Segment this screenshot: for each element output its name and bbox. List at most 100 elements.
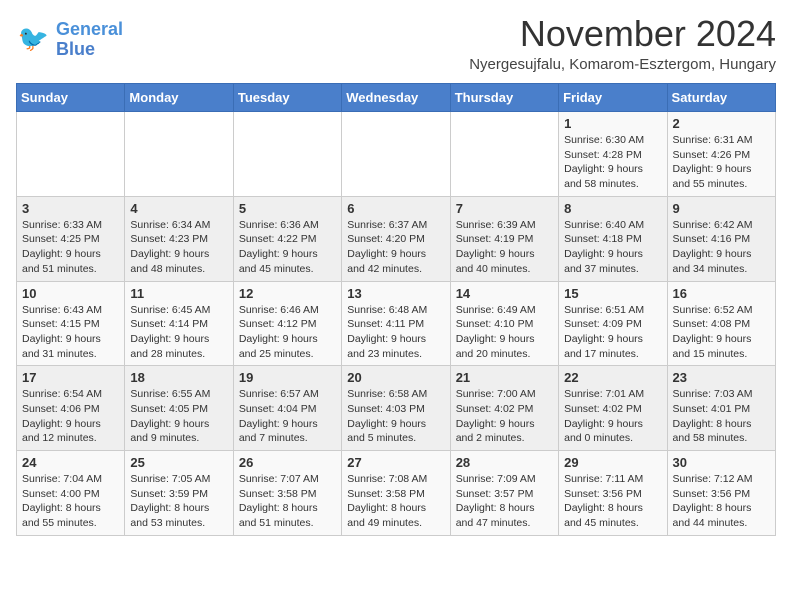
day-info: Sunrise: 6:33 AM Sunset: 4:25 PM Dayligh… (22, 218, 119, 277)
day-cell: 17 Sunrise: 6:54 AM Sunset: 4:06 PM Dayli… (17, 366, 125, 451)
day-cell: 4 Sunrise: 6:34 AM Sunset: 4:23 PM Daylig… (125, 196, 233, 281)
logo-icon: 🐦 (16, 22, 52, 58)
day-number: 19 (239, 370, 336, 385)
day-number: 27 (347, 455, 444, 470)
day-cell: 19 Sunrise: 6:57 AM Sunset: 4:04 PM Dayli… (233, 366, 341, 451)
week-row-2: 3 Sunrise: 6:33 AM Sunset: 4:25 PM Daylig… (17, 196, 776, 281)
day-cell (125, 112, 233, 197)
day-cell: 6Sunrise: 6:37 AM Sunset: 4:20 PM Daylig… (342, 196, 450, 281)
day-number: 15 (564, 286, 661, 301)
day-info: Sunrise: 7:12 AM Sunset: 3:56 PM Dayligh… (673, 472, 770, 531)
day-cell: 23Sunrise: 7:03 AM Sunset: 4:01 PM Dayli… (667, 366, 775, 451)
day-info: Sunrise: 6:34 AM Sunset: 4:23 PM Dayligh… (130, 218, 227, 277)
day-info: Sunrise: 7:01 AM Sunset: 4:02 PM Dayligh… (564, 387, 661, 446)
day-info: Sunrise: 6:49 AM Sunset: 4:10 PM Dayligh… (456, 303, 553, 362)
day-cell: 9Sunrise: 6:42 AM Sunset: 4:16 PM Daylig… (667, 196, 775, 281)
day-cell: 16Sunrise: 6:52 AM Sunset: 4:08 PM Dayli… (667, 281, 775, 366)
day-cell: 11Sunrise: 6:45 AM Sunset: 4:14 PM Dayli… (125, 281, 233, 366)
logo-text: General Blue (56, 20, 123, 60)
week-row-5: 24Sunrise: 7:04 AM Sunset: 4:00 PM Dayli… (17, 451, 776, 536)
day-number: 29 (564, 455, 661, 470)
day-info: Sunrise: 7:03 AM Sunset: 4:01 PM Dayligh… (673, 387, 770, 446)
calendar-table: SundayMondayTuesdayWednesdayThursdayFrid… (16, 83, 776, 536)
day-number: 11 (130, 286, 227, 301)
day-cell: 21 Sunrise: 7:00 AM Sunset: 4:02 PM Dayli… (450, 366, 558, 451)
day-info: Sunrise: 6:52 AM Sunset: 4:08 PM Dayligh… (673, 303, 770, 362)
day-cell: 12 Sunrise: 6:46 AM Sunset: 4:12 PM Dayli… (233, 281, 341, 366)
weekday-header-wednesday: Wednesday (342, 84, 450, 112)
day-cell: 2 Sunrise: 6:31 AM Sunset: 4:26 PM Daylig… (667, 112, 775, 197)
day-number: 12 (239, 286, 336, 301)
week-row-4: 17 Sunrise: 6:54 AM Sunset: 4:06 PM Dayli… (17, 366, 776, 451)
day-info: Sunrise: 6:54 AM Sunset: 4:06 PM Dayligh… (22, 387, 119, 446)
day-info: Sunrise: 6:51 AM Sunset: 4:09 PM Dayligh… (564, 303, 661, 362)
day-info: Sunrise: 6:58 AM Sunset: 4:03 PM Dayligh… (347, 387, 444, 446)
day-number: 30 (673, 455, 770, 470)
day-info: Sunrise: 6:55 AM Sunset: 4:05 PM Dayligh… (130, 387, 227, 446)
day-cell: 8Sunrise: 6:40 AM Sunset: 4:18 PM Daylig… (559, 196, 667, 281)
day-cell: 25Sunrise: 7:05 AM Sunset: 3:59 PM Dayli… (125, 451, 233, 536)
day-cell: 30 Sunrise: 7:12 AM Sunset: 3:56 PM Dayli… (667, 451, 775, 536)
day-cell: 5 Sunrise: 6:36 AM Sunset: 4:22 PM Daylig… (233, 196, 341, 281)
day-cell: 29 Sunrise: 7:11 AM Sunset: 3:56 PM Dayli… (559, 451, 667, 536)
day-info: Sunrise: 7:09 AM Sunset: 3:57 PM Dayligh… (456, 472, 553, 531)
day-number: 17 (22, 370, 119, 385)
weekday-header-tuesday: Tuesday (233, 84, 341, 112)
day-info: Sunrise: 6:57 AM Sunset: 4:04 PM Dayligh… (239, 387, 336, 446)
page-header: 🐦 General Blue November 2024 Nyergesujfa… (16, 16, 776, 73)
day-number: 7 (456, 201, 553, 216)
day-number: 3 (22, 201, 119, 216)
day-info: Sunrise: 6:30 AM Sunset: 4:28 PM Dayligh… (564, 133, 661, 192)
title-block: November 2024 Nyergesujfalu, Komarom-Esz… (469, 16, 776, 73)
day-number: 4 (130, 201, 227, 216)
day-cell: 13Sunrise: 6:48 AM Sunset: 4:11 PM Dayli… (342, 281, 450, 366)
day-number: 1 (564, 116, 661, 131)
day-number: 13 (347, 286, 444, 301)
day-cell: 22 Sunrise: 7:01 AM Sunset: 4:02 PM Dayli… (559, 366, 667, 451)
day-info: Sunrise: 7:11 AM Sunset: 3:56 PM Dayligh… (564, 472, 661, 531)
day-info: Sunrise: 6:46 AM Sunset: 4:12 PM Dayligh… (239, 303, 336, 362)
day-info: Sunrise: 7:05 AM Sunset: 3:59 PM Dayligh… (130, 472, 227, 531)
weekday-header-sunday: Sunday (17, 84, 125, 112)
calendar-body: 1 Sunrise: 6:30 AM Sunset: 4:28 PM Daylig… (17, 112, 776, 536)
calendar-header: SundayMondayTuesdayWednesdayThursdayFrid… (17, 84, 776, 112)
day-number: 28 (456, 455, 553, 470)
day-cell: 20 Sunrise: 6:58 AM Sunset: 4:03 PM Dayli… (342, 366, 450, 451)
day-cell: 7 Sunrise: 6:39 AM Sunset: 4:19 PM Daylig… (450, 196, 558, 281)
day-number: 9 (673, 201, 770, 216)
day-cell: 3 Sunrise: 6:33 AM Sunset: 4:25 PM Daylig… (17, 196, 125, 281)
logo: 🐦 General Blue (16, 20, 123, 60)
weekday-header-friday: Friday (559, 84, 667, 112)
day-number: 5 (239, 201, 336, 216)
day-cell (450, 112, 558, 197)
day-cell (233, 112, 341, 197)
day-cell: 24Sunrise: 7:04 AM Sunset: 4:00 PM Dayli… (17, 451, 125, 536)
day-info: Sunrise: 6:31 AM Sunset: 4:26 PM Dayligh… (673, 133, 770, 192)
day-info: Sunrise: 6:36 AM Sunset: 4:22 PM Dayligh… (239, 218, 336, 277)
day-cell (17, 112, 125, 197)
day-info: Sunrise: 7:07 AM Sunset: 3:58 PM Dayligh… (239, 472, 336, 531)
weekday-header-row: SundayMondayTuesdayWednesdayThursdayFrid… (17, 84, 776, 112)
day-number: 20 (347, 370, 444, 385)
day-number: 14 (456, 286, 553, 301)
week-row-3: 10Sunrise: 6:43 AM Sunset: 4:15 PM Dayli… (17, 281, 776, 366)
day-info: Sunrise: 7:00 AM Sunset: 4:02 PM Dayligh… (456, 387, 553, 446)
day-number: 6 (347, 201, 444, 216)
day-number: 10 (22, 286, 119, 301)
day-cell: 14 Sunrise: 6:49 AM Sunset: 4:10 PM Dayli… (450, 281, 558, 366)
day-info: Sunrise: 6:39 AM Sunset: 4:19 PM Dayligh… (456, 218, 553, 277)
location-subtitle: Nyergesujfalu, Komarom-Esztergom, Hungar… (469, 56, 776, 73)
day-number: 22 (564, 370, 661, 385)
day-cell: 26Sunrise: 7:07 AM Sunset: 3:58 PM Dayli… (233, 451, 341, 536)
month-title: November 2024 (469, 16, 776, 52)
week-row-1: 1 Sunrise: 6:30 AM Sunset: 4:28 PM Daylig… (17, 112, 776, 197)
weekday-header-saturday: Saturday (667, 84, 775, 112)
day-number: 2 (673, 116, 770, 131)
day-cell: 27Sunrise: 7:08 AM Sunset: 3:58 PM Dayli… (342, 451, 450, 536)
svg-text:🐦: 🐦 (18, 25, 49, 53)
day-number: 8 (564, 201, 661, 216)
day-cell: 1 Sunrise: 6:30 AM Sunset: 4:28 PM Daylig… (559, 112, 667, 197)
day-cell: 15 Sunrise: 6:51 AM Sunset: 4:09 PM Dayli… (559, 281, 667, 366)
day-cell: 28 Sunrise: 7:09 AM Sunset: 3:57 PM Dayli… (450, 451, 558, 536)
day-number: 21 (456, 370, 553, 385)
